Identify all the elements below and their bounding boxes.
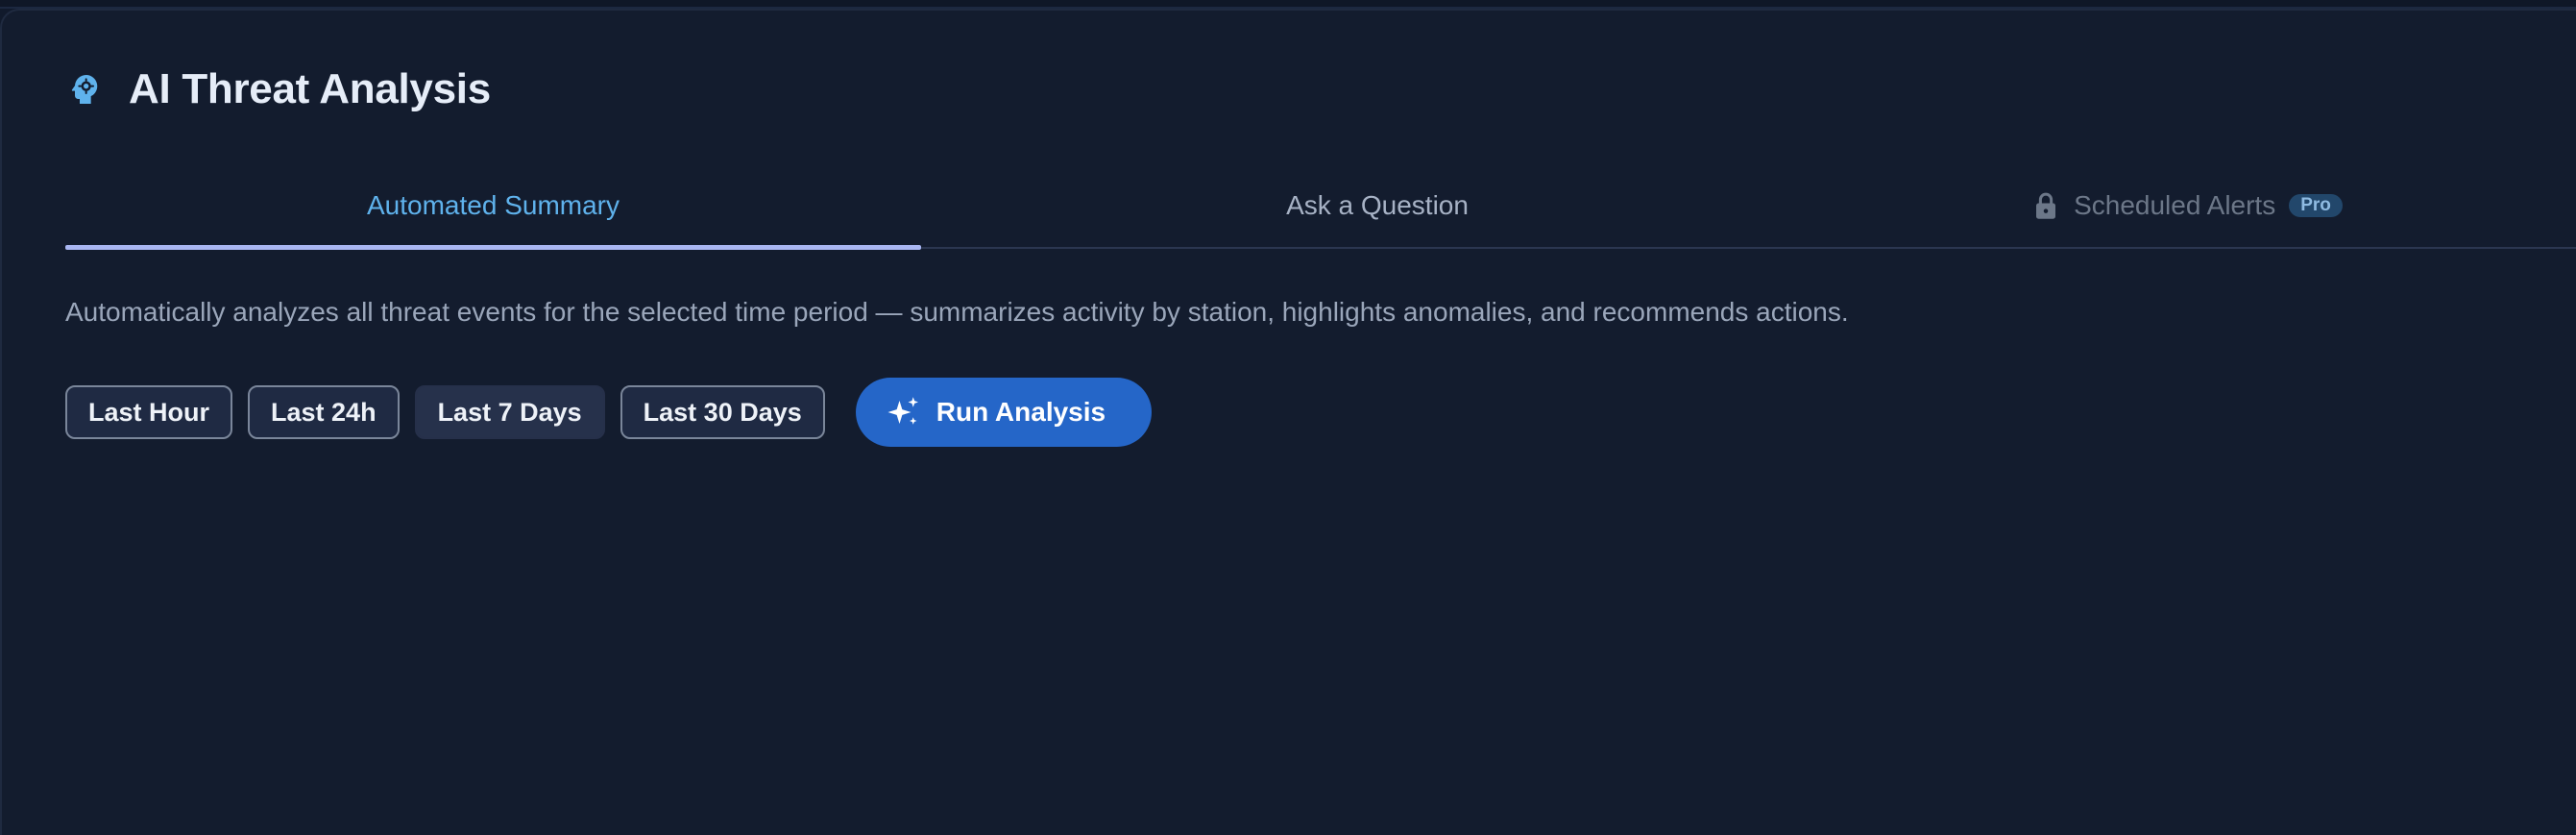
range-last-30-days-button[interactable]: Last 30 Days bbox=[620, 385, 825, 439]
panel-header: AI Threat Analysis bbox=[65, 61, 491, 118]
tab-automated-summary[interactable]: Automated Summary bbox=[65, 164, 921, 250]
tab-label: Ask a Question bbox=[1286, 190, 1469, 220]
sparkle-icon bbox=[887, 397, 918, 425]
lock-icon bbox=[2036, 192, 2056, 219]
run-analysis-label: Run Analysis bbox=[936, 397, 1106, 427]
range-last-hour-button[interactable]: Last Hour bbox=[65, 385, 233, 439]
top-border bbox=[0, 0, 2576, 9]
tab-ask-a-question[interactable]: Ask a Question bbox=[921, 164, 1834, 247]
analysis-description: Automatically analyzes all threat events… bbox=[65, 297, 1849, 327]
tab-label: Scheduled Alerts bbox=[2074, 190, 2276, 220]
tab-bar: Automated Summary Ask a Question Schedul… bbox=[65, 164, 2576, 250]
ai-brain-gear-icon bbox=[71, 74, 98, 104]
range-last-24h-button[interactable]: Last 24h bbox=[248, 385, 400, 439]
page-title: AI Threat Analysis bbox=[129, 65, 491, 112]
time-range-selector: Last Hour Last 24h Last 7 Days Last 30 D… bbox=[65, 378, 1153, 447]
tab-label: Automated Summary bbox=[367, 190, 620, 220]
range-last-7-days-button[interactable]: Last 7 Days bbox=[414, 385, 605, 439]
tab-scheduled-alerts[interactable]: Scheduled Alerts Pro bbox=[1977, 164, 2399, 247]
pro-badge: Pro bbox=[2289, 194, 2343, 217]
ai-analysis-panel: AI Threat Analysis Automated Summary Ask… bbox=[0, 9, 2576, 835]
run-analysis-button[interactable]: Run Analysis bbox=[855, 378, 1153, 447]
